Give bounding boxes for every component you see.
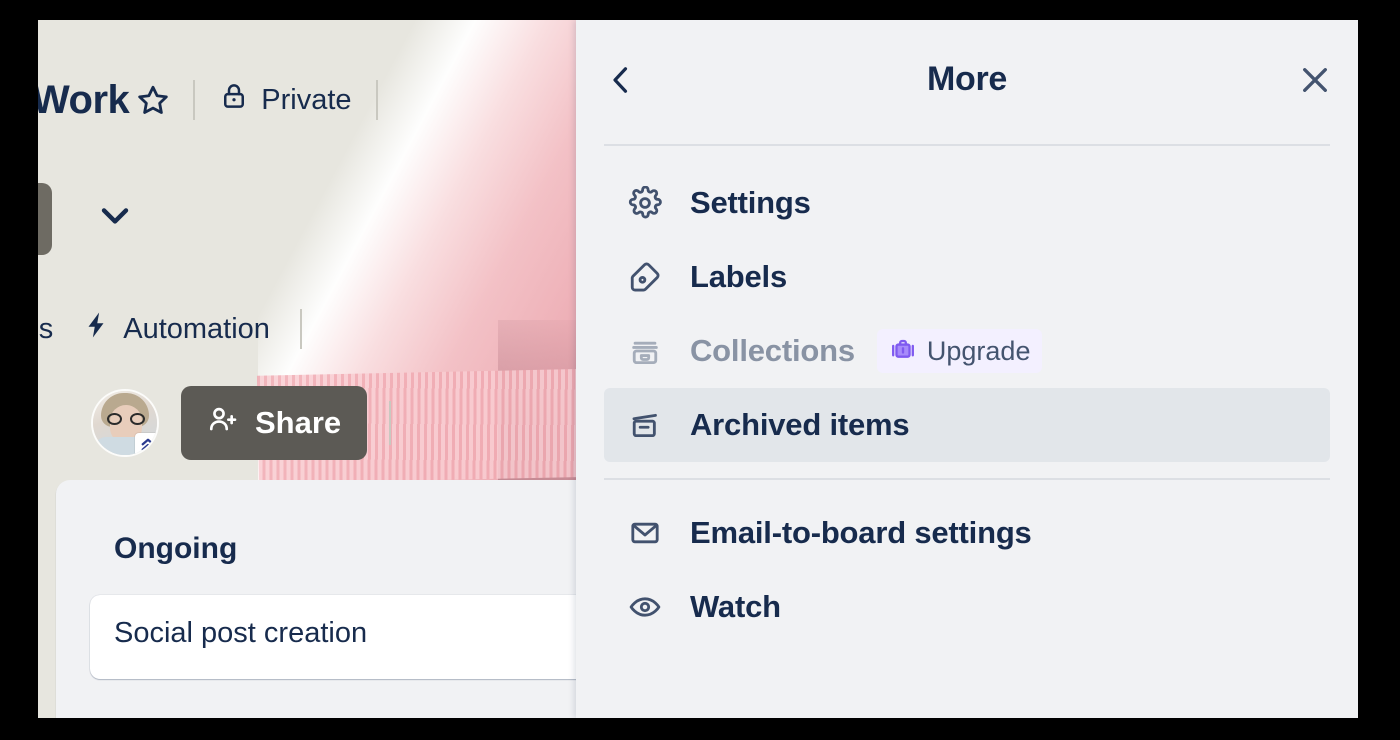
board-tool-power-ups-label: -Ups <box>38 313 53 346</box>
board-visibility-label: Private <box>261 84 351 117</box>
eye-icon <box>628 590 672 624</box>
avatar-glasses <box>107 413 145 425</box>
menu-item-watch-label: Watch <box>690 589 781 625</box>
upgrade-badge[interactable]: Upgrade <box>877 329 1043 373</box>
menu-item-email-to-board-settings[interactable]: Email-to-board settings <box>604 496 1330 570</box>
menu-item-labels[interactable]: Labels <box>604 240 1330 314</box>
board-list-title: Ongoing <box>114 532 237 566</box>
app-viewport: Work Private <box>38 20 1358 718</box>
menu-item-archived-items[interactable]: Archived items <box>604 388 1330 462</box>
sidebar-collapse-tab[interactable] <box>38 183 52 255</box>
person-add-icon <box>207 403 239 443</box>
menu-item-watch[interactable]: Watch <box>604 570 1330 644</box>
close-button[interactable] <box>1286 52 1344 110</box>
menu-item-email-to-board-settings-label: Email-to-board settings <box>690 515 1032 551</box>
board-list: Ongoing Social post creation <box>56 480 578 718</box>
board-title: Work <box>38 78 129 123</box>
label-tag-icon <box>628 260 672 294</box>
menu-item-labels-label: Labels <box>690 259 787 295</box>
board-area: Work Private <box>38 20 578 718</box>
more-panel: More <box>576 20 1358 718</box>
more-panel-title: More <box>576 60 1358 99</box>
archive-box-icon <box>628 408 672 442</box>
star-icon[interactable] <box>129 76 177 124</box>
menu-item-collections-label: Collections <box>690 333 855 369</box>
upgrade-badge-label: Upgrade <box>927 336 1031 367</box>
menu-item-collections[interactable]: Collections Upgrade <box>604 314 1330 388</box>
share-button[interactable]: Share <box>181 386 367 460</box>
lightning-bolt-icon <box>81 310 111 348</box>
board-members-row: Share <box>93 388 391 458</box>
more-panel-menu: Settings Labels <box>576 146 1358 644</box>
board-card[interactable]: Social post creation <box>90 595 578 679</box>
collections-box-icon <box>628 334 672 368</box>
briefcase-icon <box>889 335 917 368</box>
lock-icon <box>219 81 249 119</box>
gear-icon <box>628 186 672 220</box>
menu-item-settings-label: Settings <box>690 185 811 221</box>
menu-item-settings[interactable]: Settings <box>604 166 1330 240</box>
tools-divider <box>300 309 302 349</box>
more-panel-header: More <box>576 20 1358 130</box>
board-card-title: Social post creation <box>114 617 367 650</box>
board-background-photo-shadow <box>498 320 578 490</box>
board-tool-automation-label: Automation <box>123 313 270 346</box>
premium-chevrons-icon <box>135 433 157 455</box>
menu-group-spacer <box>576 462 1358 478</box>
envelope-icon <box>628 516 672 550</box>
members-divider <box>389 401 391 445</box>
menu-group-spacer-2 <box>576 480 1358 496</box>
screenshot-root: Work Private <box>0 0 1400 740</box>
share-button-label: Share <box>255 405 341 441</box>
board-tools-row: -Ups Automation <box>38 298 318 360</box>
chevron-down-icon[interactable] <box>80 180 150 250</box>
header-divider <box>193 80 195 120</box>
board-header-row: Work Private <box>38 72 394 128</box>
board-tool-automation[interactable]: Automation <box>67 303 284 355</box>
header-divider-2 <box>376 80 378 120</box>
board-tool-power-ups[interactable]: -Ups <box>38 303 67 355</box>
member-avatar[interactable] <box>93 391 157 455</box>
close-icon <box>1296 61 1334 102</box>
board-visibility-button[interactable]: Private <box>211 76 359 124</box>
menu-item-archived-items-label: Archived items <box>690 407 909 443</box>
